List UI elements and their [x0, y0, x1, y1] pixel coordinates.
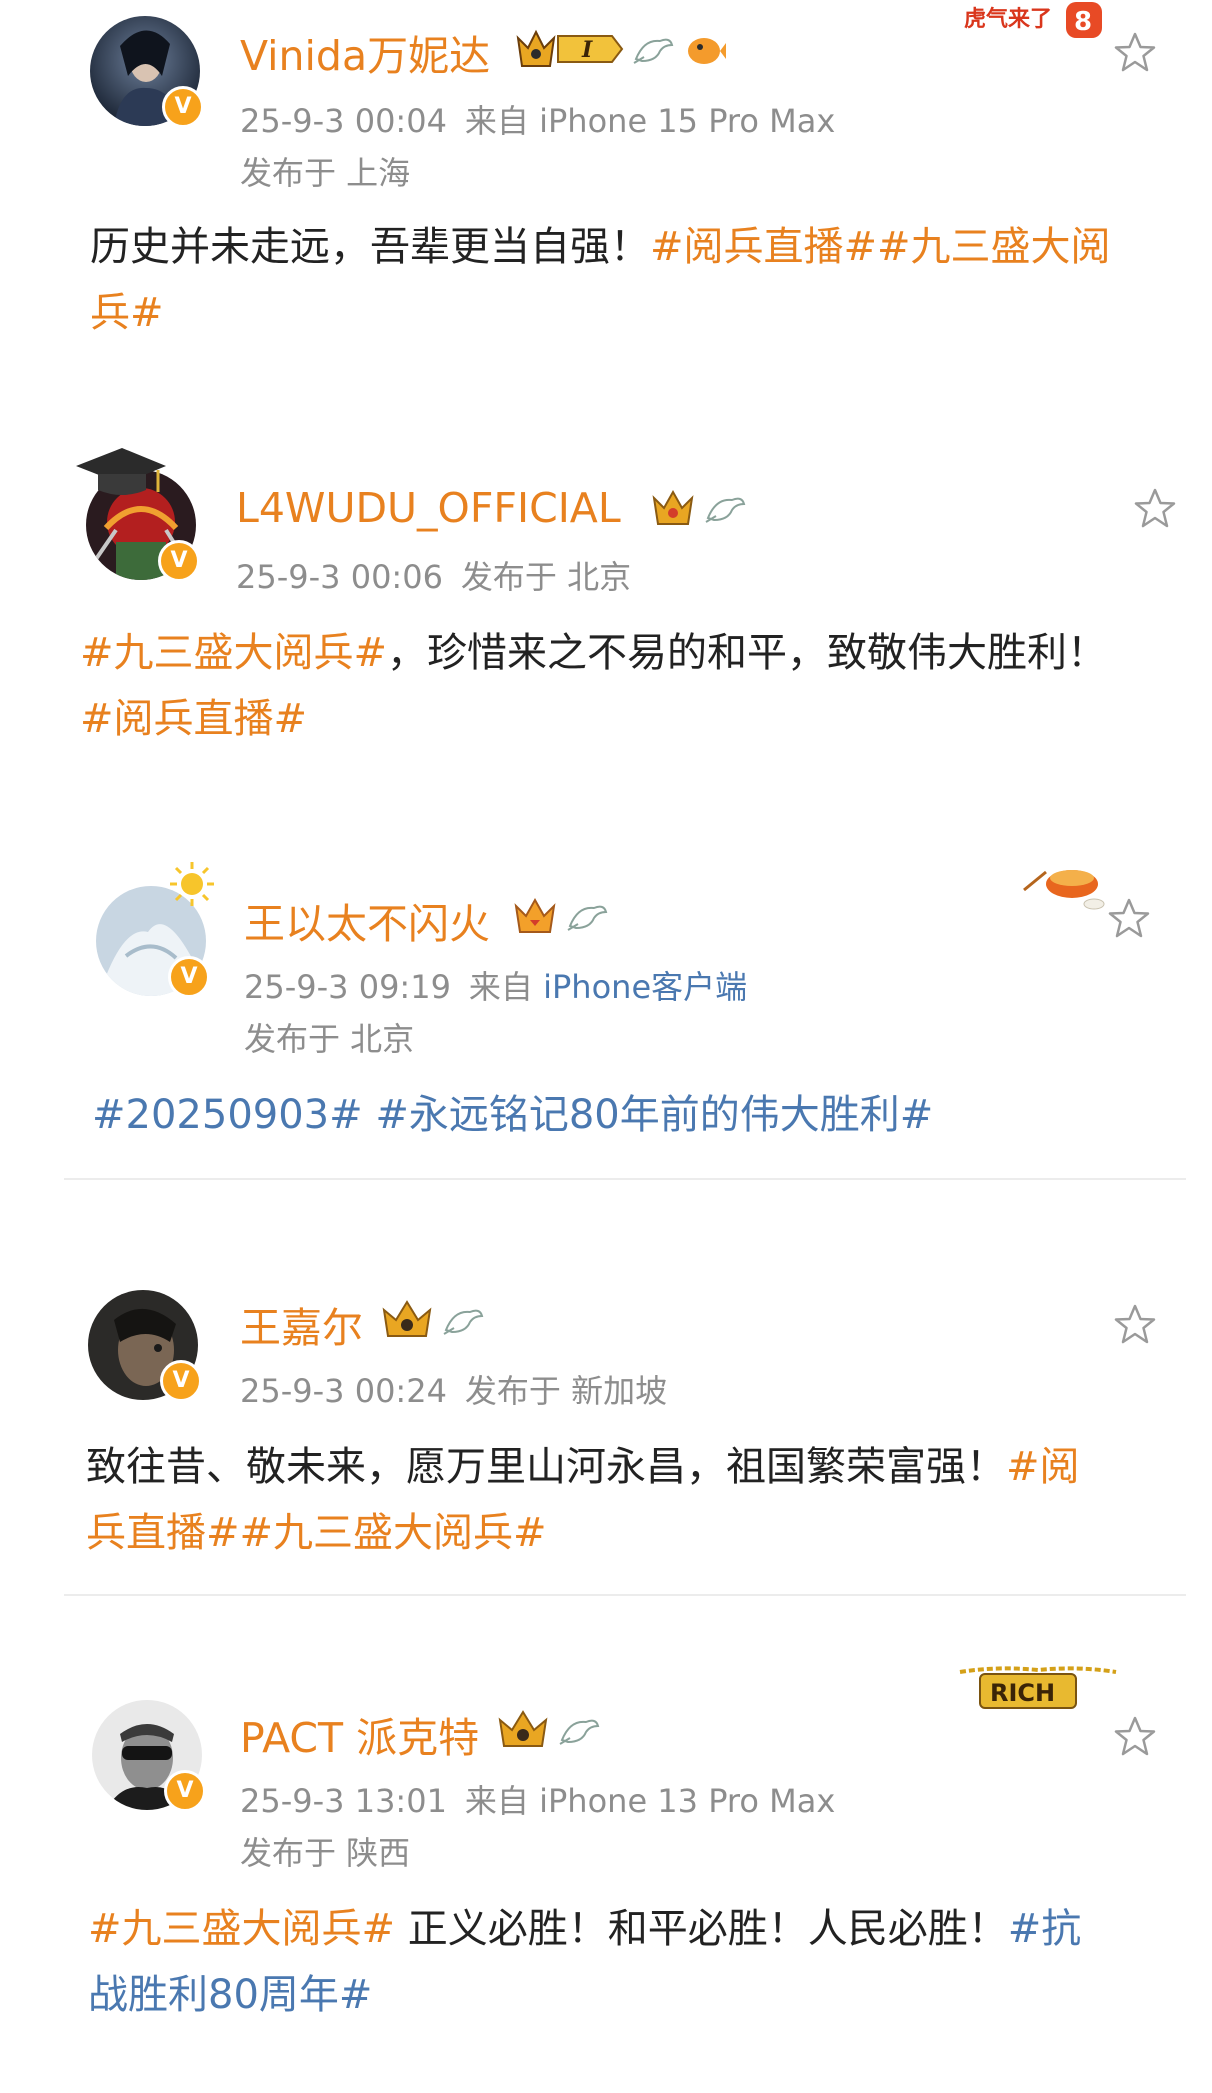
star-icon[interactable]	[1112, 30, 1158, 76]
puffer-fish-icon	[688, 38, 726, 64]
user-badges: I	[512, 26, 728, 72]
content-text: 致往昔、敬未来，愿万里山河永昌，祖国繁荣富强！	[86, 1444, 1006, 1490]
topic-link[interactable]: #永远铭记80年前的伟大胜利#	[375, 1092, 933, 1138]
post-meta: 25-9-3 09:19 来自 iPhone客户端	[244, 962, 747, 1008]
post-source: iPhone 15 Pro Max	[539, 102, 836, 140]
topic-link[interactable]: 兵#	[90, 290, 164, 336]
dove-icon	[559, 1719, 600, 1745]
avatar[interactable]: V	[92, 1700, 206, 1812]
verified-badge-icon: V	[168, 956, 210, 998]
dove-icon	[705, 497, 746, 523]
post-card: V L4WUDU_OFFICIAL 25-9-3 00:06 发布于 北京 #九三…	[0, 440, 1212, 780]
post-card: V PACT 派克特 RICH 25-9-3 13:01 来自 iPhone 13…	[0, 1660, 1212, 2093]
user-badges	[496, 1708, 602, 1752]
post-meta: 25-9-3 13:01 来自 iPhone 13 Pro Max	[240, 1776, 835, 1822]
divider	[64, 1594, 1186, 1596]
user-name[interactable]: 王嘉尔	[240, 1294, 363, 1354]
post-card: V 王嘉尔 25-9-3 00:24 发布于 新加坡 致往昔、敬未来，愿万里山河永…	[0, 1250, 1212, 1570]
user-name[interactable]: L4WUDU_OFFICIAL	[236, 484, 621, 532]
verified-badge-icon: V	[158, 540, 200, 582]
star-icon[interactable]	[1106, 896, 1152, 942]
dove-icon	[633, 38, 674, 64]
post-content: #九三盛大阅兵# 正义必胜！和平必胜！人民必胜！#抗 战胜利80周年#	[88, 1896, 1081, 2028]
post-location: 发布于 上海	[240, 154, 411, 192]
topic-link[interactable]: 兵直播##九三盛大阅兵#	[86, 1510, 547, 1556]
topic-link[interactable]: #阅	[1006, 1444, 1080, 1490]
post-time: 25-9-3 09:19	[244, 968, 451, 1006]
post-location: 发布于 北京	[244, 1020, 415, 1058]
content-text: ，珍惜来之不易的和平，致敬伟大胜利！	[387, 630, 1108, 676]
topic-link[interactable]: 战胜利80周年#	[88, 1972, 372, 2018]
crown-icon	[382, 1300, 432, 1337]
content-text: 正义必胜！和平必胜！人民必胜！	[395, 1906, 1008, 1952]
crown-icon	[652, 489, 694, 525]
post-card: V Vinida万妮达 I 虎气来了 8 25-9-3 00:04 来自 iPh…	[0, 0, 1212, 336]
level-text: I	[581, 37, 593, 63]
topic-link[interactable]: #抗	[1008, 1906, 1082, 1952]
svg-text:8: 8	[1074, 7, 1092, 37]
svg-text:虎气来了: 虎气来了	[964, 6, 1052, 32]
svg-text:RICH: RICH	[990, 1679, 1055, 1707]
user-badges	[650, 486, 748, 530]
graduation-cap-icon	[76, 448, 166, 495]
verified-badge-icon: V	[162, 86, 204, 128]
topic-link[interactable]: #九三盛大阅兵#	[88, 1906, 395, 1952]
hotpot-decoration-sticker	[1023, 870, 1105, 910]
sun-icon	[170, 862, 214, 906]
post-time: 25-9-3 00:06	[236, 558, 443, 596]
dove-icon	[567, 905, 608, 931]
post-content: 历史并未走远，吾辈更当自强！#阅兵直播##九三盛大阅 兵#	[90, 214, 1111, 346]
post-content: #20250903# #永远铭记80年前的伟大胜利#	[92, 1082, 933, 1148]
dove-icon	[443, 1309, 484, 1335]
star-icon[interactable]	[1112, 1302, 1158, 1348]
topic-link[interactable]: #九三盛大阅兵#	[80, 630, 387, 676]
crown-level-badge-icon: I	[516, 29, 624, 67]
post-meta: 25-9-3 00:06 发布于 北京	[236, 552, 631, 598]
weibo-comment-feed: V Vinida万妮达 I 虎气来了 8 25-9-3 00:04 来自 iPh…	[0, 0, 1212, 2093]
verified-badge-icon: V	[160, 1360, 202, 1402]
user-name[interactable]: Vinida万妮达	[240, 22, 490, 82]
topic-link[interactable]: #阅兵直播#	[80, 696, 307, 742]
user-badges	[380, 1298, 486, 1342]
source-prefix: 来自	[464, 1782, 529, 1820]
post-time: 25-9-3 00:24	[240, 1372, 447, 1410]
post-source: iPhone 13 Pro Max	[539, 1782, 836, 1820]
topic-link[interactable]: #20250903#	[92, 1092, 363, 1138]
post-meta: 25-9-3 00:04 来自 iPhone 15 Pro Max	[240, 96, 835, 142]
rich-chain-decoration-sticker: RICH	[959, 1666, 1117, 1709]
source-prefix: 来自	[464, 102, 529, 140]
user-badges	[512, 894, 610, 938]
source-prefix: 来自	[468, 968, 533, 1006]
avatar[interactable]: V	[90, 16, 204, 128]
user-name[interactable]: 王以太不闪火	[244, 890, 490, 950]
avatar[interactable]: V	[88, 1290, 202, 1402]
crown-icon	[498, 1710, 548, 1747]
post-time: 25-9-3 13:01	[240, 1782, 447, 1820]
post-card: V 王以太不闪火 25-9-3 09:19 来自 iPhone客户端 发布于 北京	[0, 850, 1212, 1180]
star-icon[interactable]	[1112, 1714, 1158, 1760]
post-location: 发布于 新加坡	[464, 1372, 668, 1410]
star-icon[interactable]	[1132, 486, 1178, 532]
post-source[interactable]: iPhone客户端	[543, 968, 747, 1006]
topic-link[interactable]: #阅兵直播##九三盛大阅	[650, 224, 1111, 270]
post-location: 发布于 北京	[460, 558, 632, 596]
post-time: 25-9-3 00:04	[240, 102, 447, 140]
post-content: 致往昔、敬未来，愿万里山河永昌，祖国繁荣富强！#阅 兵直播##九三盛大阅兵#	[86, 1434, 1080, 1566]
divider	[64, 1178, 1186, 1180]
avatar[interactable]: V	[76, 448, 200, 582]
user-name[interactable]: PACT 派克特	[240, 1704, 479, 1764]
post-content: #九三盛大阅兵#，珍惜来之不易的和平，致敬伟大胜利！ #阅兵直播#	[80, 620, 1107, 752]
tiger-decoration-sticker: 虎气来了 8	[964, 2, 1102, 38]
avatar[interactable]: V	[96, 862, 214, 998]
post-location: 发布于 陕西	[240, 1834, 411, 1872]
post-meta: 25-9-3 00:24 发布于 新加坡	[240, 1366, 667, 1412]
verified-badge-icon: V	[164, 1770, 206, 1812]
crown-icon	[514, 897, 556, 933]
content-text: 历史并未走远，吾辈更当自强！	[90, 224, 650, 270]
